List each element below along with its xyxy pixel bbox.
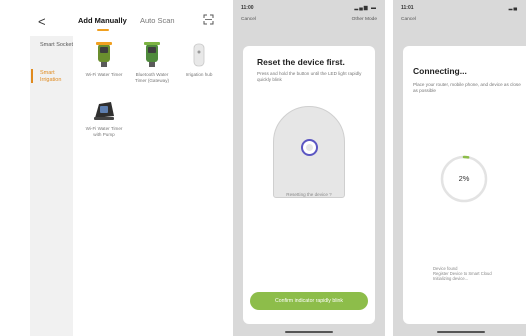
instruction-card: Reset the device first. Press and hold t… — [243, 46, 375, 324]
connecting-card: Connecting... Place your router, mobile … — [403, 46, 526, 324]
water-timer-pump-icon — [94, 102, 114, 120]
hub-icon — [193, 43, 205, 67]
tab-auto-scan[interactable]: Auto Scan — [140, 16, 175, 25]
sidebar-item-smart-socket[interactable]: Smart Socket — [40, 42, 73, 49]
device-label: Wi-Fi Water Timer — [85, 72, 123, 77]
progress-percent: 2% — [458, 174, 470, 183]
device-tile-irrigation-hub[interactable]: Irrigation hub — [177, 42, 221, 78]
instruction-text: Place your router, mobile phone, and dev… — [413, 82, 521, 93]
device-label: Irrigation hub — [185, 72, 213, 77]
page-title: Reset the device first. — [257, 57, 345, 67]
device-tile-wifi-water-timer[interactable]: Wi-Fi Water Timer — [82, 42, 126, 78]
active-tab-indicator — [97, 29, 109, 31]
signal-icon: ▂▄ — [508, 5, 518, 11]
status-time: 11:00 — [241, 5, 254, 11]
connecting-screen: 11:01 ▂▄ Cancel Connecting... Place your… — [393, 0, 526, 336]
other-mode-button[interactable]: Other Mode — [352, 17, 377, 22]
add-device-screen: < Add Manually Auto Scan Smart Socket Sm… — [0, 0, 226, 336]
device-label: Bluetooth Water Timer (Gateway) — [134, 72, 170, 83]
sidebar-selected-marker — [31, 69, 33, 83]
reset-help-link[interactable]: Resetting the device ? — [243, 192, 375, 197]
sidebar-item-smart-irrigation[interactable]: Smart Irrigation — [40, 70, 73, 84]
cancel-button[interactable]: Cancel — [241, 17, 256, 22]
led-indicator-icon — [301, 139, 318, 156]
step-line: Initializing device... — [433, 276, 469, 282]
instruction-text: Press and hold the button until the LED … — [257, 71, 362, 82]
device-tile-water-timer-pump[interactable]: Wi-Fi Water Timer with Pump — [82, 96, 126, 137]
reset-device-screen: 11:00 ▂▄▆ ▬ Cancel Other Mode Reset the … — [233, 0, 385, 336]
connection-steps: Device found Register Device to Smart Cl… — [433, 266, 513, 282]
page-title: Connecting... — [413, 66, 467, 76]
confirm-blink-button[interactable]: Confirm indicator rapidly blink — [250, 292, 368, 310]
signal-wifi-battery-icon: ▂▄▆ ▬ — [354, 5, 377, 11]
home-indicator — [437, 331, 485, 333]
cancel-button[interactable]: Cancel — [401, 17, 416, 22]
category-sidebar: Smart Socket Smart Irrigation — [30, 36, 73, 336]
water-timer-icon — [96, 42, 112, 67]
scan-icon[interactable] — [203, 14, 214, 25]
status-time: 11:01 — [401, 5, 414, 11]
bluetooth-water-timer-icon — [144, 42, 160, 67]
back-button[interactable]: < — [38, 14, 46, 29]
tab-add-manually[interactable]: Add Manually — [78, 16, 127, 25]
device-illustration — [273, 106, 345, 198]
device-tile-bluetooth-water-timer[interactable]: Bluetooth Water Timer (Gateway) — [130, 42, 174, 83]
device-label: Wi-Fi Water Timer with Pump — [85, 126, 123, 137]
home-indicator — [285, 331, 333, 333]
